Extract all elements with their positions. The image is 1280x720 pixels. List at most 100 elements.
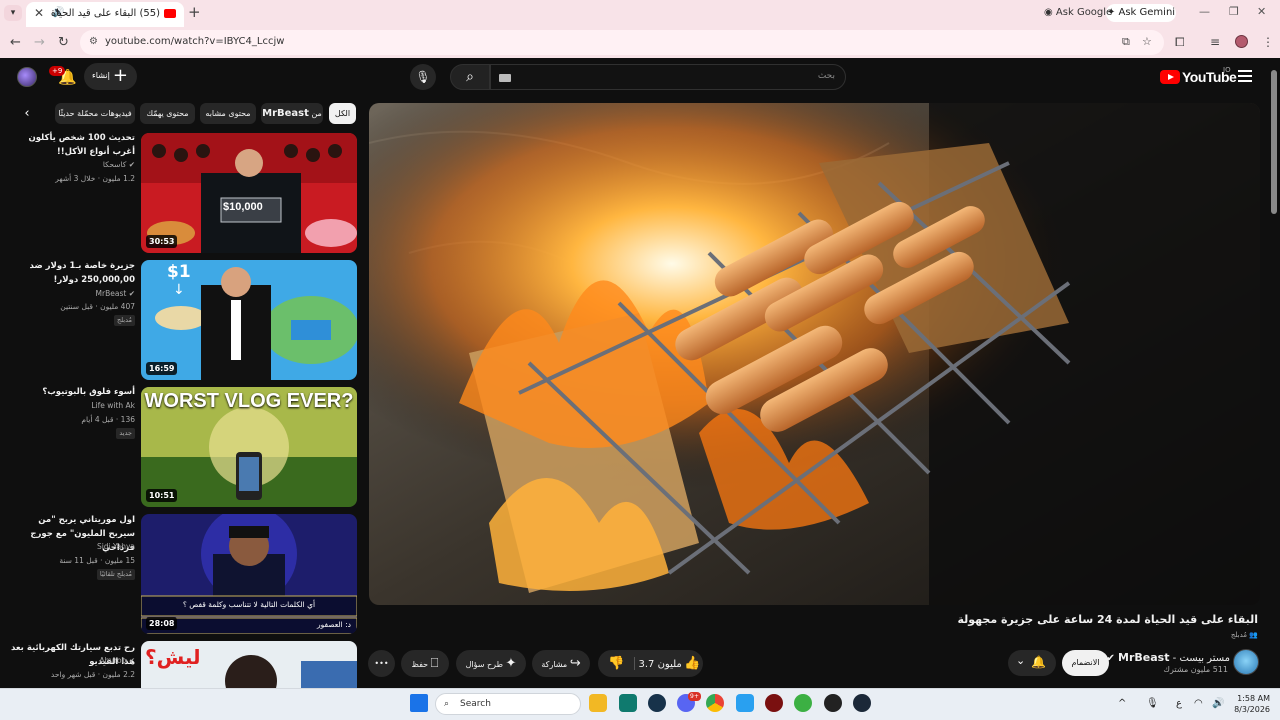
verified-icon: ✔ [128,160,135,169]
reload-icon[interactable]: ↻ [58,35,69,50]
share-button[interactable]: مشاركة ↪ [532,650,590,677]
rec-channel[interactable]: ✔ MrBeast [96,289,135,298]
restore-icon[interactable]: ❐ [1229,5,1239,18]
channel-name[interactable]: مستر بيست - MrBeast ✔ [1106,651,1230,664]
voice-search-button[interactable]: 🎙 [410,64,436,90]
rec-meta: 1.2 مليون · خلال 3 أشهر [55,174,135,183]
rec-channel[interactable]: ✔ Aburob [99,656,135,665]
chip-recent-label: فيديوهات محمّلة حديثًا [58,109,132,118]
like-button[interactable]: 3.7 مليون 👍 [636,650,703,678]
guide-menu-icon[interactable] [1238,70,1252,82]
bookmark-star-icon[interactable]: ☆ [1142,35,1152,48]
chip-all[interactable]: الكل [329,103,356,124]
rec-title[interactable]: جزيرة خاصة بـ1 دولار ضد 250,000,00 دولار… [10,259,135,287]
minimize-icon[interactable]: — [1199,5,1210,18]
more-actions-button[interactable]: ••• [368,650,395,677]
volume-icon[interactable]: 🔊 [1212,698,1224,709]
taskbar-search[interactable]: ⌕ Search [435,693,581,715]
app-dark-icon[interactable] [824,694,842,712]
chip-for-you[interactable]: محتوى يهمّك [140,103,195,124]
forward-icon[interactable]: → [34,35,45,50]
share-icon: ↪ [569,656,581,671]
chip-similar-label: محتوى مشابه [205,109,251,118]
app-badge: 9+ [688,692,701,701]
back-icon[interactable]: ← [10,35,21,50]
input-language[interactable]: ع [1176,698,1182,709]
rec-channel-name: Aburob [99,656,127,665]
save-button[interactable]: حفظ ⎕ [401,650,449,677]
cast-icon[interactable]: ⧉ [1122,35,1130,49]
duration-badge: 28:08 [146,617,178,630]
rec-channel[interactable]: Sidi Yahya [97,542,135,551]
search-button[interactable]: ⌕ [450,64,490,90]
rec-thumbnail[interactable]: أي الكلمات التالية لا تتناسب وكلمة قفص ؟… [141,514,357,634]
youtube-logo[interactable]: YouTube JO [1160,66,1237,86]
thumbnail-dollar-text: $1 [167,262,191,282]
chips-next-arrow-icon[interactable]: ‹ [17,104,37,124]
tray-mic-icon[interactable]: 🎙 [1146,698,1159,709]
chip-from-channel[interactable]: MrBeast من [261,103,323,124]
create-button[interactable]: + إنشاء [84,63,137,90]
app-c-icon[interactable] [648,694,666,712]
tab-title: (55) البقاء على قيد الحياة لمد... [50,8,160,19]
chrome-menu-icon[interactable]: ⋮ [1262,35,1274,49]
address-bar[interactable]: ⚙ youtube.com/watch?v=IBYC4_Lccjw [80,30,1164,55]
dubbed-label: مُدبلج [1230,631,1248,639]
join-button[interactable]: الانضمام [1062,650,1109,676]
search-input[interactable]: بحث [490,64,846,90]
subscribed-notifications-button[interactable]: 🔔 ⌄ [1008,650,1056,676]
rec-badge: جديد [116,428,135,439]
site-info-icon[interactable]: ⚙ [89,36,98,47]
ask-label: طرح سؤال [465,660,503,669]
close-tab-icon[interactable]: ✕ [34,6,44,20]
ask-gemini-button[interactable]: ✦ Ask Gemini [1106,4,1176,22]
thumbnail-price-text: $10,000 [223,201,263,213]
account-avatar[interactable] [17,67,37,87]
ask-google-button[interactable]: ◉ Ask Google [1044,7,1112,18]
arrow-down-icon: ↓ [173,282,185,298]
tray-chevron-icon[interactable]: ^ [1118,698,1126,709]
extensions-icon[interactable]: ⧠ [1175,35,1185,50]
ask-button[interactable]: طرح سؤال ✦ [456,650,526,677]
page-scrollbar[interactable] [1271,70,1277,214]
notification-badge: +9 [49,66,66,76]
browser-tab-active[interactable]: ✕ 🔊 (55) البقاء على قيد الحياة لمد... [26,2,184,27]
keyboard-icon[interactable] [499,74,511,82]
like-divider [634,657,635,670]
dislike-button[interactable]: 👎 [608,650,624,677]
steam-icon[interactable] [853,694,871,712]
store-icon[interactable] [619,694,637,712]
tab-search-button[interactable]: ▾ [4,5,22,21]
media-control-icon[interactable]: ≡ [1210,35,1220,49]
chip-recently-uploaded[interactable]: فيديوهات محمّلة حديثًا [55,103,135,124]
clock-date: 8/3/2026 [1234,705,1270,714]
system-clock[interactable]: 1:58 AM 8/3/2026 [1232,693,1270,715]
rec-title[interactable]: تحديث 100 شخص يأكلون أغرب أنواع الأكل!! [10,131,135,159]
video-player[interactable] [369,103,1260,605]
chip-similar[interactable]: محتوى مشابه [200,103,256,124]
app-a-icon[interactable] [736,694,754,712]
app-green-icon[interactable] [794,694,812,712]
profile-avatar[interactable] [1235,35,1248,48]
thumbs-up-icon: 👍 [684,656,701,671]
rec-title[interactable]: أسوء فلوق بالبوتيوب؟ [10,385,135,399]
app-red-icon[interactable] [765,694,783,712]
rec-thumbnail[interactable]: ليش؟ [141,641,357,688]
new-tab-button[interactable]: + [188,3,201,21]
file-explorer-icon[interactable] [589,694,607,712]
wifi-icon[interactable]: ◠ [1194,698,1203,709]
rec-channel[interactable]: ✔ كاسحكا [103,160,135,169]
channel-avatar[interactable] [1233,649,1259,675]
country-code: JO [1223,66,1231,74]
rec-badge: مُدبلج تلقائيًا [96,569,135,580]
chrome-icon[interactable] [706,694,724,712]
dubbed-badge: مُدبلج 👥 [1231,631,1258,639]
close-window-icon[interactable]: ✕ [1257,5,1266,18]
duration-badge: 30:53 [146,235,178,248]
duration-badge: 16:59 [146,362,178,375]
thumbs-down-icon: 👎 [608,656,625,671]
ask-gemini-label: Ask Gemini [1118,7,1176,18]
windows-start-icon[interactable] [410,694,428,712]
rec-channel[interactable]: Life with Ak [91,401,135,410]
verified-icon: ✔ [128,289,135,298]
